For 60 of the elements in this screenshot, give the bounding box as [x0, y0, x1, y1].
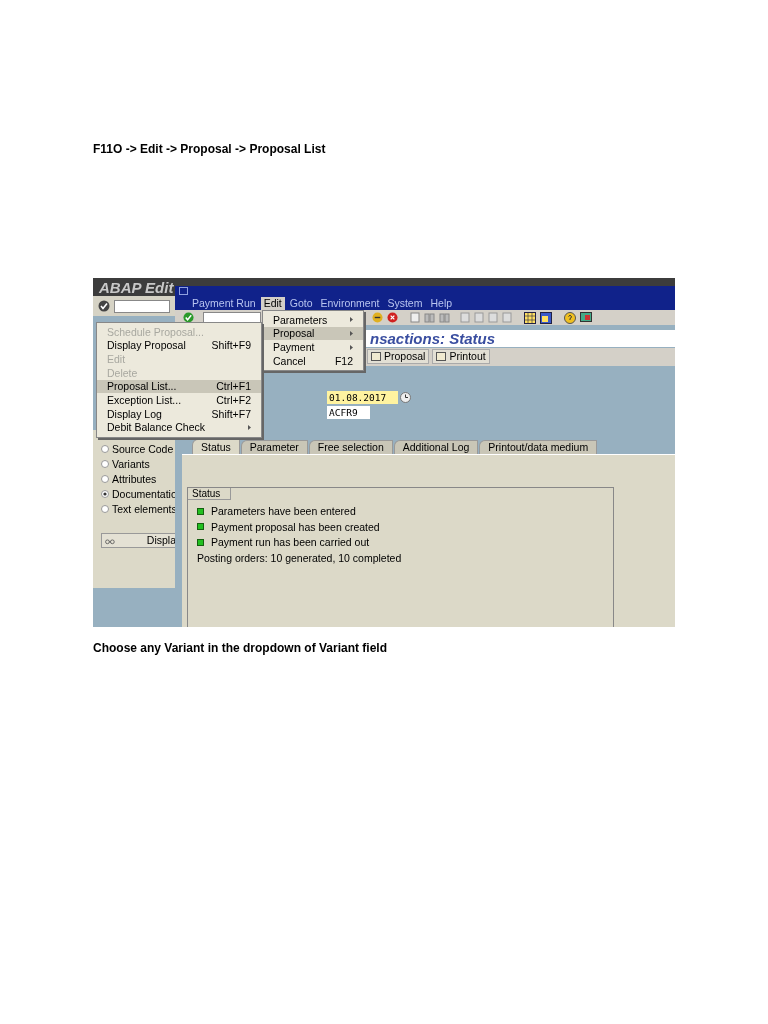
- status-light-icon: [197, 538, 204, 546]
- radio-button[interactable]: [101, 475, 109, 484]
- menu-item[interactable]: Cancel F12: [263, 354, 363, 368]
- radio-label: Variants: [112, 459, 150, 470]
- menu-item[interactable]: Payment Run: [189, 296, 259, 310]
- input-field[interactable]: 01.08.2017: [327, 391, 398, 404]
- radio-label: Text elements: [112, 504, 177, 515]
- caption-text: Choose any Variant in the dropdown of Variant field: [93, 640, 388, 656]
- status-light-icon: [197, 523, 204, 531]
- instruction-text: F11O -> Edit -> Proposal -> Proposal List: [93, 141, 326, 157]
- toolbar-button[interactable]: Printout: [432, 349, 490, 364]
- menu-item[interactable]: System: [384, 296, 426, 310]
- menu-item[interactable]: Display Log Shift+F7: [97, 407, 261, 421]
- check-icon[interactable]: [98, 300, 110, 312]
- tab[interactable]: Parameter: [240, 440, 308, 454]
- window-title: ABAP Edit: [99, 279, 174, 295]
- clock-icon[interactable]: [400, 392, 411, 403]
- menu-item[interactable]: Debit Balance Check: [97, 420, 261, 435]
- menu-item[interactable]: Help: [427, 296, 456, 310]
- document-icon: [436, 352, 447, 361]
- radio-label: Source Code: [112, 444, 174, 455]
- menu-item[interactable]: Goto: [286, 296, 316, 310]
- document-icon: [371, 352, 381, 361]
- menu-item[interactable]: Proposal: [263, 326, 363, 341]
- cancel-icon[interactable]: [387, 312, 398, 323]
- menu-item[interactable]: Proposal List... Ctrl+F1: [97, 379, 261, 394]
- monitor-icon[interactable]: [580, 311, 592, 324]
- status-light-icon: [197, 507, 204, 515]
- status-text: Payment run has been carried out: [211, 537, 370, 548]
- radio-button[interactable]: [101, 505, 109, 514]
- window-icon: [179, 287, 188, 295]
- status-text: Payment proposal has been created: [211, 521, 380, 532]
- screen-title: nsactions: Status: [370, 330, 496, 347]
- check-icon[interactable]: [183, 312, 194, 323]
- display-button[interactable]: Displa: [101, 533, 177, 548]
- radio-label: Documentatio: [112, 489, 177, 500]
- menu-item[interactable]: Payment: [263, 340, 363, 355]
- status-text: Parameters have been entered: [211, 506, 356, 517]
- tab[interactable]: Printout/data medium: [479, 440, 598, 454]
- posting-orders-text: Posting orders: 10 generated, 10 completed: [197, 552, 403, 563]
- menu-item[interactable]: Display Proposal Shift+F9: [97, 338, 261, 353]
- radio-button[interactable]: [101, 490, 109, 499]
- tab[interactable]: Free selection: [308, 440, 393, 454]
- grid-icon[interactable]: [524, 311, 536, 324]
- menu-item[interactable]: Parameters: [263, 313, 363, 327]
- page-icon[interactable]: [410, 312, 420, 323]
- window-icon[interactable]: [540, 311, 552, 324]
- command-field[interactable]: [114, 299, 170, 313]
- toolbar-button[interactable]: Proposal: [367, 349, 430, 364]
- glasses-icon: [105, 536, 115, 545]
- menu-item[interactable]: Environment: [317, 296, 383, 310]
- radio-label: Attributes: [112, 474, 157, 485]
- radio-button[interactable]: [101, 445, 109, 454]
- radio-button[interactable]: [101, 460, 109, 469]
- group-title: Status: [188, 488, 232, 500]
- tab[interactable]: Additional Log: [393, 440, 479, 454]
- menu-item[interactable]: Exception List... Ctrl+F2: [97, 393, 261, 408]
- input-field[interactable]: ACFR9: [327, 406, 370, 419]
- command-field[interactable]: [203, 311, 261, 324]
- help-icon[interactable]: [564, 311, 576, 324]
